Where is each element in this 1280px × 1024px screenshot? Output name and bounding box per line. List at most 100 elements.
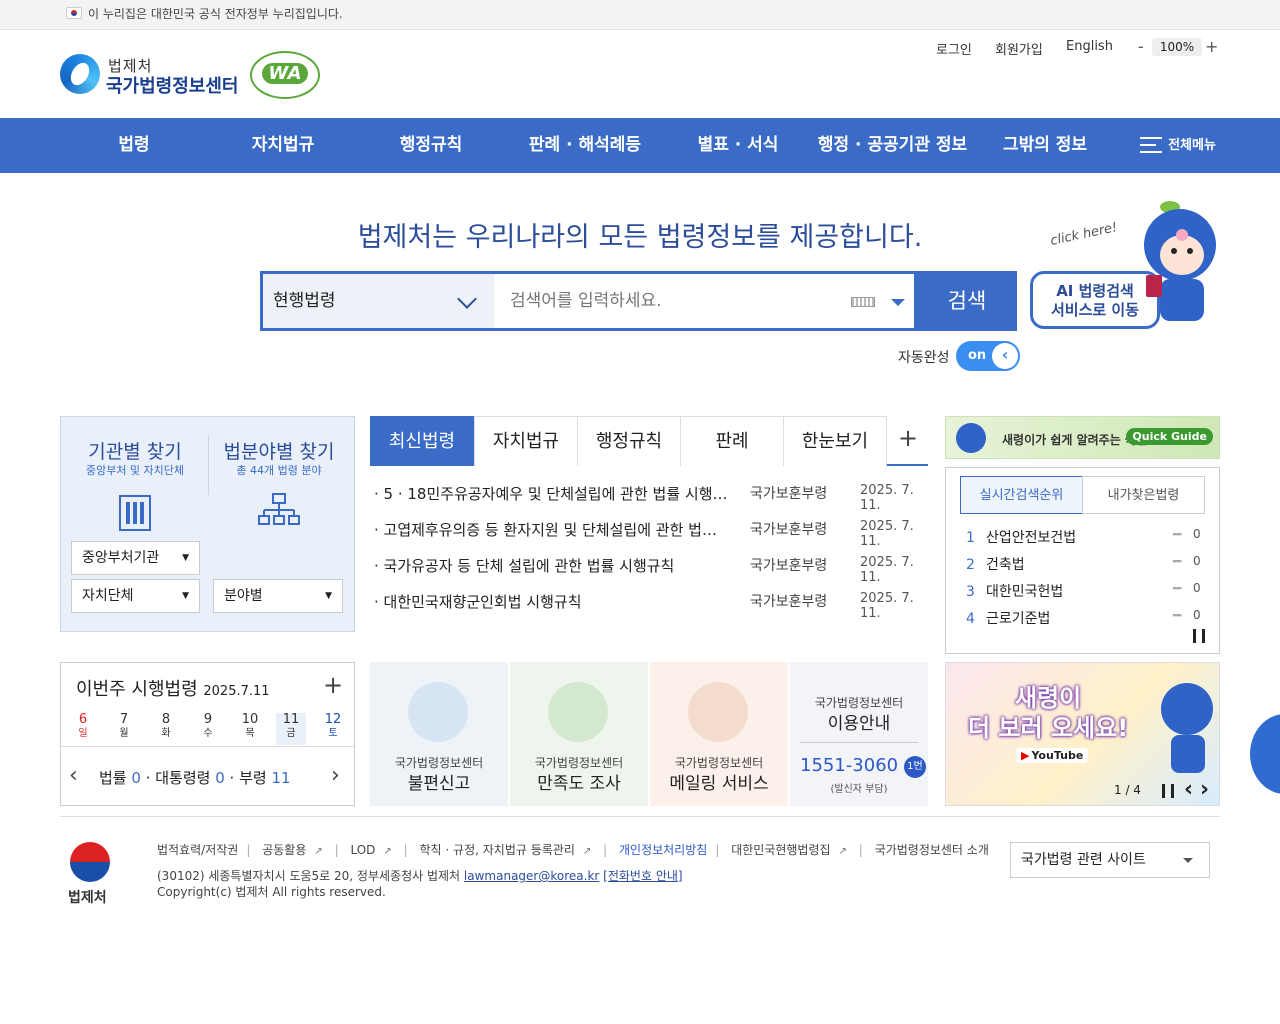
moleg-logo-icon[interactable] — [60, 54, 100, 94]
law-count[interactable]: 0 — [131, 769, 141, 787]
youtube-banner[interactable]: 새령이더 보러 오세요! YouTube 1 / 4 ‹ › — [945, 662, 1220, 806]
tab-latest-laws[interactable]: 최신법령 — [370, 416, 474, 466]
mailing-card[interactable]: 국가법령정보센터 메일링 서비스 — [650, 662, 788, 806]
rank-law[interactable]: 건축법 — [986, 557, 1025, 573]
pause-icon[interactable] — [1193, 629, 1205, 643]
decree-count[interactable]: 0 — [215, 769, 225, 787]
virtual-keyboard-icon[interactable] — [851, 297, 875, 307]
field-finder-title[interactable]: 법분야별 찾기 — [209, 437, 349, 464]
hamburger-icon[interactable] — [1140, 137, 1162, 155]
tab-admin-rules[interactable]: 행정규칙 — [577, 416, 681, 466]
chevron-right-icon[interactable]: › — [1200, 777, 1209, 802]
signup-link[interactable]: 회원가입 — [995, 39, 1043, 58]
footer-link-about[interactable]: 국가법령정보센터 소개 — [875, 843, 989, 857]
law-field-select[interactable]: 분야별 — [213, 579, 343, 613]
external-link-icon: ↗ — [582, 846, 592, 857]
login-link[interactable]: 로그인 — [936, 39, 972, 58]
chevron-left-icon[interactable]: ‹ — [69, 763, 78, 788]
chevron-left-icon[interactable]: ‹ — [1184, 777, 1193, 802]
dropdown-arrow-icon[interactable] — [891, 299, 905, 306]
footer-link-privacy[interactable]: 개인정보처리방침 — [619, 843, 707, 857]
list-item[interactable]: · 5 · 18민주유공자예우 및 단체설립에 관한 법률 시행규칙 국가보훈부… — [374, 483, 928, 513]
survey-card[interactable]: 국가법령정보센터 만족도 조사 — [510, 662, 648, 806]
rank-law[interactable]: 대한민국헌법 — [986, 584, 1063, 600]
law-title[interactable]: · 고엽제후유의증 등 환자지원 및 단체설립에 관한 법률 시행규칙 — [374, 519, 729, 540]
no-change-icon: ━ — [1173, 554, 1182, 570]
floating-side-button[interactable] — [1250, 714, 1280, 794]
footer-link-current-laws[interactable]: 대한민국현행법령집 — [731, 843, 830, 857]
day-number: 7 — [119, 712, 129, 727]
rank-law[interactable]: 산업안전보건법 — [986, 530, 1076, 546]
footer-link-copyright[interactable]: 법적효력/저작권 — [157, 843, 238, 857]
all-menu-button[interactable]: 전체메뉴 — [1164, 118, 1220, 173]
list-item[interactable]: · 국가유공자 등 단체 설립에 관한 법률 시행규칙 국가보훈부령 2025.… — [374, 555, 928, 585]
central-agency-select[interactable]: 중앙부처기관 — [71, 541, 200, 575]
gnb-item-other-info[interactable]: 그밖의 정보 — [995, 118, 1095, 173]
more-laws-button[interactable]: + — [898, 424, 918, 452]
search-button[interactable]: 검색 — [917, 271, 1017, 331]
gnb-item-local-laws[interactable]: 자치법규 — [235, 118, 331, 173]
logo-bottom-text[interactable]: 국가법령정보센터 — [106, 72, 238, 98]
day-cell[interactable]: 7월 — [109, 713, 139, 741]
law-title[interactable]: · 5 · 18민주유공자예우 및 단체설립에 관한 법률 시행규칙 — [374, 483, 729, 504]
day-cell[interactable]: 8화 — [151, 713, 181, 741]
footer-link-registration[interactable]: 학칙 · 규정, 자치법규 등록관리 — [420, 843, 575, 857]
day-cell-today[interactable]: 11 금 — [276, 713, 306, 745]
law-date: 2025. 7. 11. — [860, 555, 914, 585]
footer-address: (30102) 세종특별자치시 도움5로 20, 정부세종청사 법제처 — [157, 869, 461, 883]
tab-precedents[interactable]: 판례 — [680, 416, 784, 466]
pause-icon[interactable] — [1162, 784, 1174, 798]
autocomplete-toggle[interactable]: on — [956, 341, 1020, 371]
chevron-right-icon[interactable]: › — [331, 763, 340, 788]
ranking-item[interactable]: 1 산업안전보건법 ━ 0 — [966, 527, 1206, 547]
ranking-item[interactable]: 4 근로기준법 ━ 0 — [966, 608, 1206, 628]
english-link[interactable]: English — [1066, 39, 1113, 54]
law-title[interactable]: · 대한민국재향군인회법 시행규칙 — [374, 591, 729, 612]
zoom-out-button[interactable]: - — [1138, 37, 1144, 56]
footer-link-sharing[interactable]: 공동활용 — [262, 843, 306, 857]
rank-law[interactable]: 근로기준법 — [986, 611, 1050, 627]
org-finder-title[interactable]: 기관별 찾기 — [65, 437, 205, 464]
ordinance-count[interactable]: 11 — [271, 769, 290, 787]
gnb-item-public-agencies[interactable]: 행정 · 공공기관 정보 — [810, 118, 975, 173]
guide-phone[interactable]: 1551-3060 1번 — [800, 755, 926, 778]
law-title[interactable]: · 국가유공자 등 단체 설립에 관한 법률 시행규칙 — [374, 555, 729, 576]
tab-overview[interactable]: 한눈보기 — [783, 416, 887, 466]
tab-realtime-ranking[interactable]: 실시간검색순위 — [960, 476, 1083, 514]
gnb-item-admin-rules[interactable]: 행정규칙 — [383, 118, 479, 173]
weekly-more-button[interactable]: + — [323, 671, 343, 699]
ranking-item[interactable]: 2 건축법 ━ 0 — [966, 554, 1206, 574]
law-label[interactable]: 법률 — [99, 769, 127, 787]
local-government-select[interactable]: 자치단체 — [71, 579, 200, 613]
day-number: 8 — [161, 712, 171, 727]
quick-guide-banner[interactable]: 새령이가 쉽게 알려주는 국법 Quick Guide — [945, 416, 1220, 459]
day-number: 10 — [241, 712, 259, 727]
list-item[interactable]: · 고엽제후유의증 등 환자지원 및 단체설립에 관한 법률 시행규칙 국가보훈… — [374, 519, 928, 549]
complaint-card[interactable]: 국가법령정보센터 불편신고 — [370, 662, 508, 806]
day-cell[interactable]: 12 토 — [318, 713, 348, 741]
guide-card[interactable]: 국가법령정보센터 이용안내 1551-3060 1번 (발신자 부담) — [790, 662, 928, 806]
day-cell[interactable]: 9수 — [193, 713, 223, 741]
tab-my-laws[interactable]: 내가찾은법령 — [1082, 476, 1205, 514]
decree-label[interactable]: 대통령령 — [155, 769, 210, 787]
ranking-item[interactable]: 3 대한민국헌법 ━ 0 — [966, 581, 1206, 601]
footer-email-link[interactable]: lawmanager@korea.kr — [464, 869, 599, 883]
footer-phone-link[interactable]: [전화번호 안내] — [603, 869, 682, 883]
ordinance-label[interactable]: 부령 — [239, 769, 267, 787]
day-cell[interactable]: 10 목 — [235, 713, 265, 741]
gnb-item-laws[interactable]: 법령 — [95, 118, 173, 173]
gnb-item-precedents[interactable]: 판례 · 해석례등 — [515, 118, 655, 173]
chevron-down-icon — [457, 289, 477, 309]
day-cell[interactable]: 6일 — [68, 713, 98, 741]
tab-local-laws[interactable]: 자치법규 — [474, 416, 578, 466]
law-ministry: 국가보훈부령 — [750, 486, 828, 502]
rank-change: 0 — [1193, 554, 1201, 568]
gnb-item-forms[interactable]: 별표 · 서식 — [683, 118, 793, 173]
footer-link-lod[interactable]: LOD — [350, 843, 375, 857]
zoom-in-button[interactable]: + — [1205, 37, 1218, 56]
related-sites-select[interactable]: 국가법령 관련 사이트 — [1010, 842, 1210, 878]
mail-icon — [688, 682, 748, 742]
list-item[interactable]: · 대한민국재향군인회법 시행규칙 국가보훈부령 2025. 7. 11. — [374, 591, 928, 621]
day-number: 6 — [78, 712, 88, 727]
search-category-select[interactable]: 현행법령 — [263, 274, 494, 328]
